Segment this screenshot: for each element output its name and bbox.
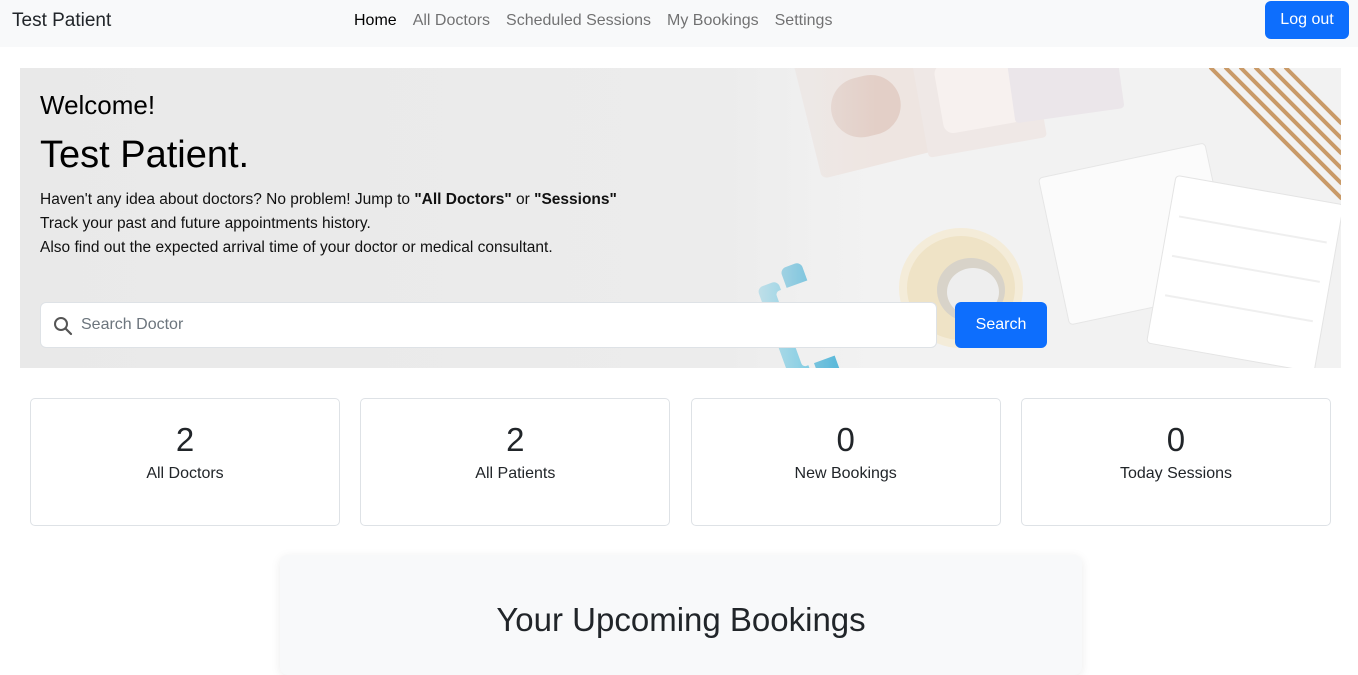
description-line-3: Also find out the expected arrival time …: [40, 239, 553, 256]
logout-button[interactable]: Log out: [1265, 1, 1349, 39]
stat-label: All Doctors: [146, 465, 224, 482]
stat-value: 2: [506, 421, 525, 458]
stat-card-all-patients: 2 All Patients: [360, 398, 671, 526]
search-doctor-input[interactable]: [81, 303, 921, 347]
search-button[interactable]: Search: [955, 302, 1047, 348]
dashboard-stats: 2 All Doctors 2 All Patients 0 New Booki…: [30, 398, 1331, 526]
stat-label: All Patients: [475, 465, 556, 482]
upcoming-bookings-title: Your Upcoming Bookings: [496, 601, 866, 638]
nav-link-scheduled-sessions[interactable]: Scheduled Sessions: [498, 12, 659, 30]
description-text-or: or: [511, 191, 535, 208]
description-line-1: Haven't any idea about doctors? No probl…: [40, 188, 617, 212]
nav-link-home[interactable]: Home: [346, 12, 405, 30]
stat-value: 2: [175, 421, 195, 458]
search-box: [40, 302, 937, 348]
nav-links: Home All Doctors Scheduled Sessions My B…: [346, 0, 840, 42]
all-doctors-mention: "All Doctors": [414, 191, 512, 208]
welcome-heading: Welcome!: [40, 90, 156, 120]
stat-value: 0: [1166, 421, 1186, 458]
nav-link-my-bookings[interactable]: My Bookings: [659, 12, 767, 30]
patient-name: Test Patient.: [40, 134, 250, 176]
nav-link-settings[interactable]: Settings: [767, 12, 841, 30]
stat-card-today-sessions: 0 Today Sessions: [1020, 398, 1331, 526]
nav-link-all-doctors[interactable]: All Doctors: [405, 12, 498, 30]
welcome-description: Haven't any idea about doctors? No probl…: [40, 188, 617, 260]
sessions-mention: "Sessions": [534, 191, 617, 208]
stat-card-new-bookings: 0 New Bookings: [690, 398, 1001, 526]
brand[interactable]: Test Patient: [12, 10, 111, 32]
navbar: Test Patient Home All Doctors Scheduled …: [0, 0, 1358, 47]
upcoming-bookings-panel: Your Upcoming Bookings: [280, 555, 1082, 675]
stat-label: New Bookings: [794, 465, 897, 482]
stat-label: Today Sessions: [1119, 465, 1233, 482]
description-line-2: Track your past and future appointments …: [40, 215, 371, 232]
search-icon: [54, 317, 73, 336]
stat-card-all-doctors: 2 All Doctors: [30, 398, 340, 526]
welcome-banner: Welcome! Test Patient. Haven't any idea …: [20, 68, 1341, 368]
stat-value: 0: [836, 421, 855, 458]
description-text: Haven't any idea about doctors? No probl…: [40, 191, 415, 208]
